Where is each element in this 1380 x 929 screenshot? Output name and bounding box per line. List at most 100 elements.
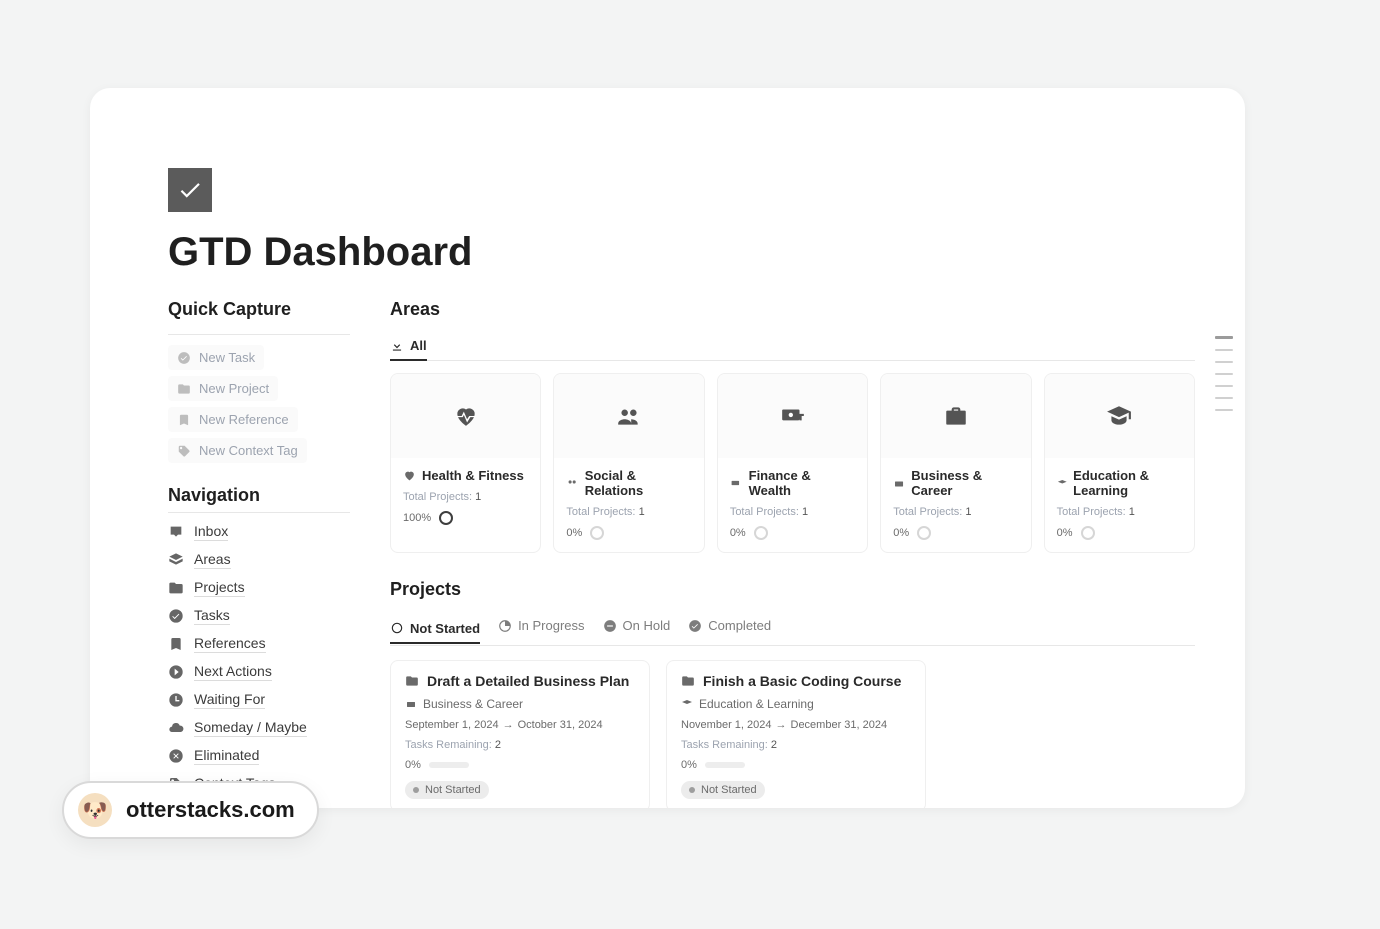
nav-references[interactable]: References (168, 635, 350, 653)
area-hero (554, 374, 703, 458)
area-name: Finance & Wealth (730, 468, 855, 498)
tab-all[interactable]: All (390, 334, 427, 361)
progress-icon (498, 619, 512, 633)
folder-icon (681, 674, 695, 688)
areas-grid: Health & Fitness Total Projects: 1 100% … (390, 373, 1195, 553)
label: All (410, 338, 427, 353)
heart-icon (453, 403, 479, 429)
label: Inbox (194, 523, 228, 541)
navigation-list: Inbox Areas Projects Tasks References Ne… (168, 523, 350, 808)
progress-ring-icon (439, 511, 453, 525)
arrow-circle-icon (168, 664, 184, 680)
projects-title: Projects (390, 579, 1195, 606)
area-total-projects: Total Projects: 1 (730, 506, 855, 518)
nav-areas[interactable]: Areas (168, 551, 350, 569)
nav-next-actions[interactable]: Next Actions (168, 663, 350, 681)
folder-icon (405, 674, 419, 688)
nav-eliminated[interactable]: Eliminated (168, 747, 350, 765)
quick-capture-new-task[interactable]: New Task (168, 345, 264, 370)
label: New Project (199, 381, 269, 396)
page-title: GTD Dashboard (168, 230, 1195, 275)
people-icon (566, 477, 578, 490)
tab-on-hold[interactable]: On Hold (603, 614, 671, 637)
nav-inbox[interactable]: Inbox (168, 523, 350, 541)
x-circle-icon (168, 748, 184, 764)
area-progress: 0% (730, 526, 855, 540)
area-name: Education & Learning (1057, 468, 1182, 498)
project-area: Business & Career (405, 697, 635, 711)
project-card[interactable]: Draft a Detailed Business Plan Business … (390, 660, 650, 808)
area-hero (1045, 374, 1194, 458)
briefcase-icon (893, 477, 905, 490)
area-total-projects: Total Projects: 1 (893, 506, 1018, 518)
minus-circle-icon (603, 619, 617, 633)
navigation-title: Navigation (168, 485, 350, 506)
quick-capture-list: New Task New Project New Reference (168, 345, 350, 463)
status-chip: Not Started (405, 781, 489, 799)
brand-avatar: 🐶 (78, 793, 112, 827)
area-total-projects: Total Projects: 1 (403, 491, 528, 503)
area-progress: 0% (566, 526, 691, 540)
project-dates: September 1, 2024→October 31, 2024 (405, 719, 635, 731)
projects-grid: Draft a Detailed Business Plan Business … (390, 660, 1195, 808)
area-name: Social & Relations (566, 468, 691, 498)
bookmark-icon (177, 413, 191, 427)
tab-completed[interactable]: Completed (688, 614, 771, 637)
project-title: Draft a Detailed Business Plan (405, 673, 635, 689)
progress-ring-icon (754, 526, 768, 540)
label: Projects (194, 579, 245, 597)
area-card-social-relations[interactable]: Social & Relations Total Projects: 1 0% (553, 373, 704, 553)
progress-bar (429, 762, 469, 768)
circle-empty-icon (390, 621, 404, 635)
nav-someday-maybe[interactable]: Someday / Maybe (168, 719, 350, 737)
briefcase-icon (405, 698, 417, 710)
label: Someday / Maybe (194, 719, 307, 737)
project-remaining: Tasks Remaining: 2 (681, 739, 911, 751)
label: Next Actions (194, 663, 272, 681)
projects-tabs: Not Started In Progress On Hold Complete… (390, 614, 1195, 646)
progress-ring-icon (1081, 526, 1095, 540)
project-dates: November 1, 2024→December 31, 2024 (681, 719, 911, 731)
bookmark-icon (168, 636, 184, 652)
graduation-cap-icon (1106, 403, 1132, 429)
check-circle-icon (688, 619, 702, 633)
project-progress: 0% (681, 759, 911, 771)
nav-projects[interactable]: Projects (168, 579, 350, 597)
brand-text: otterstacks.com (126, 797, 295, 823)
tag-icon (177, 444, 191, 458)
inbox-icon (168, 524, 184, 540)
area-progress: 0% (893, 526, 1018, 540)
quick-capture-new-reference[interactable]: New Reference (168, 407, 298, 432)
tab-not-started[interactable]: Not Started (390, 617, 480, 644)
graduation-cap-icon (681, 698, 693, 710)
graduation-cap-icon (1057, 477, 1068, 490)
page-minimap[interactable] (1215, 336, 1233, 411)
quick-capture-new-context-tag[interactable]: New Context Tag (168, 438, 307, 463)
area-name: Business & Career (893, 468, 1018, 498)
area-total-projects: Total Projects: 1 (566, 506, 691, 518)
area-hero (391, 374, 540, 458)
sidebar: Quick Capture New Task New Project (168, 299, 350, 808)
progress-bar (705, 762, 745, 768)
quick-capture-new-project[interactable]: New Project (168, 376, 278, 401)
area-card-health-fitness[interactable]: Health & Fitness Total Projects: 1 100% (390, 373, 541, 553)
clock-icon (168, 692, 184, 708)
divider (168, 334, 350, 335)
project-remaining: Tasks Remaining: 2 (405, 739, 635, 751)
area-card-finance-wealth[interactable]: Finance & Wealth Total Projects: 1 0% (717, 373, 868, 553)
tab-in-progress[interactable]: In Progress (498, 614, 584, 637)
money-icon (780, 403, 806, 429)
nav-waiting-for[interactable]: Waiting For (168, 691, 350, 709)
area-total-projects: Total Projects: 1 (1057, 506, 1182, 518)
project-card[interactable]: Finish a Basic Coding Course Education &… (666, 660, 926, 808)
check-circle-icon (177, 351, 191, 365)
status-chip: Not Started (681, 781, 765, 799)
area-name: Health & Fitness (403, 468, 528, 483)
nav-tasks[interactable]: Tasks (168, 607, 350, 625)
progress-ring-icon (917, 526, 931, 540)
brand-pill[interactable]: 🐶 otterstacks.com (62, 781, 319, 839)
area-hero (881, 374, 1030, 458)
area-card-education-learning[interactable]: Education & Learning Total Projects: 1 0… (1044, 373, 1195, 553)
area-card-business-career[interactable]: Business & Career Total Projects: 1 0% (880, 373, 1031, 553)
download-icon (390, 339, 404, 353)
